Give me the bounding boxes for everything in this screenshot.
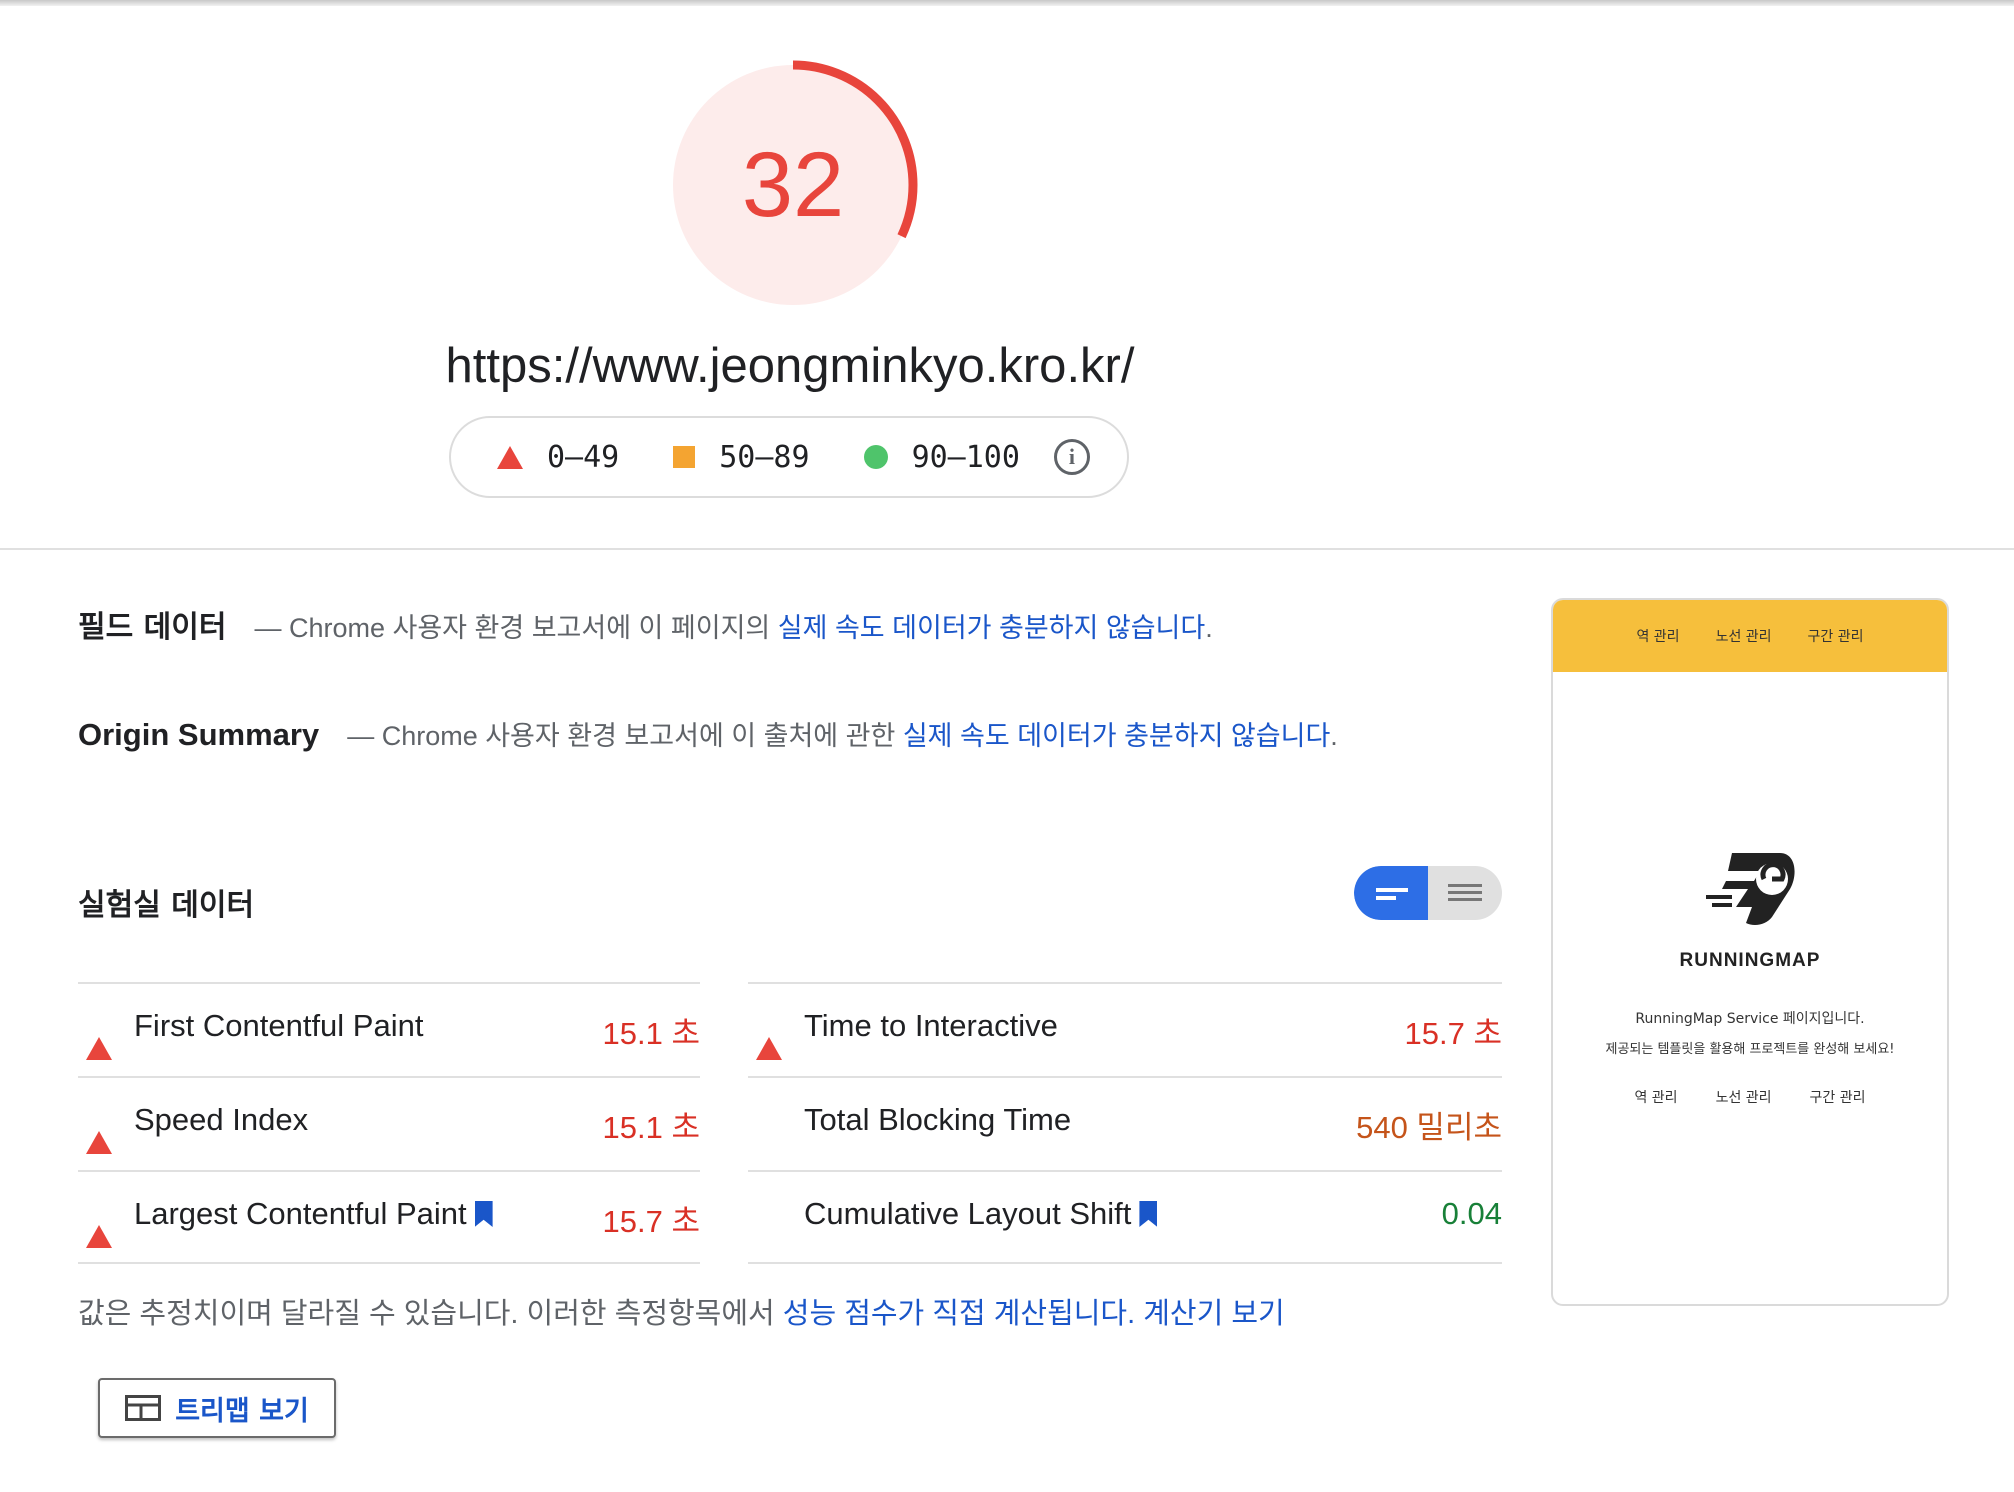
metric-status-icon bbox=[86, 1018, 112, 1060]
legend-pass-label: 90–100 bbox=[911, 439, 1020, 475]
triangle-icon bbox=[756, 1018, 782, 1060]
legend-fail-label: 0–49 bbox=[547, 439, 620, 475]
screenshot-nav: 역 관리 노선 관리 구간 관리 bbox=[1553, 600, 1947, 672]
triangle-icon bbox=[86, 1018, 112, 1060]
metric-value: 15.1 초 bbox=[602, 1110, 700, 1145]
screenshot-link: 역 관리 bbox=[1634, 1090, 1678, 1106]
origin-summary-link[interactable]: 실제 속도 데이터가 충분하지 않습니다 bbox=[903, 721, 1330, 751]
triangle-icon bbox=[86, 1206, 112, 1248]
metric-view-toggle[interactable] bbox=[1354, 866, 1502, 920]
treemap-icon bbox=[125, 1395, 162, 1421]
metric-name-text: Cumulative Layout Shift bbox=[804, 1196, 1132, 1231]
screenshot-link: 구간 관리 bbox=[1809, 1090, 1866, 1106]
metric-name: Time to Interactive bbox=[804, 1008, 1058, 1044]
metric-value: 15.1 초 bbox=[602, 1016, 700, 1051]
origin-summary-row: Origin Summary — Chrome 사용자 환경 보고서에 이 출처… bbox=[78, 714, 1338, 753]
expanded-view-button[interactable] bbox=[1428, 866, 1502, 920]
final-screenshot: 역 관리 노선 관리 구간 관리 RUNNINGMAP RunningMap S… bbox=[1551, 598, 1949, 1306]
metric-row: Cumulative Layout Shift 0.04 bbox=[748, 1170, 1502, 1264]
metric-status-icon bbox=[756, 1018, 782, 1060]
metric-row: Largest Contentful Paint 15.7 초 bbox=[78, 1170, 700, 1264]
metric-value: 540 밀리초 bbox=[1356, 1110, 1502, 1145]
field-data-description: — Chrome 사용자 환경 보고서에 이 페이지의 실제 속도 데이터가 충… bbox=[254, 606, 1212, 645]
origin-summary-title: Origin Summary bbox=[78, 717, 320, 752]
field-data-row: 필드 데이터 — Chrome 사용자 환경 보고서에 이 페이지의 실제 속도… bbox=[78, 602, 1213, 646]
screenshot-brand: RUNNINGMAP bbox=[1679, 950, 1821, 971]
field-data-title: 필드 데이터 bbox=[78, 610, 227, 645]
divider bbox=[0, 548, 2014, 550]
screenshot-line-1: RunningMap Service 페이지입니다. bbox=[1635, 1011, 1865, 1027]
metric-name-text: Time to Interactive bbox=[804, 1008, 1058, 1043]
origin-summary-prefix: — Chrome 사용자 환경 보고서에 이 출처에 관한 bbox=[347, 721, 896, 751]
bookmark-icon[interactable] bbox=[474, 1201, 493, 1227]
screenshot-nav-item: 구간 관리 bbox=[1807, 629, 1864, 645]
metric-name-text: First Contentful Paint bbox=[134, 1008, 424, 1043]
legend-average-label: 50–89 bbox=[719, 439, 810, 475]
metric-row: Speed Index 15.1 초 bbox=[78, 1076, 700, 1170]
metric-name-text: Largest Contentful Paint bbox=[134, 1196, 467, 1231]
origin-summary-suffix: . bbox=[1330, 721, 1338, 751]
origin-summary-description: — Chrome 사용자 환경 보고서에 이 출처에 관한 실제 속도 데이터가… bbox=[347, 714, 1338, 753]
metric-name: Largest Contentful Paint bbox=[134, 1196, 493, 1232]
metric-row: Total Blocking Time 540 밀리초 bbox=[748, 1076, 1502, 1170]
triangle-icon bbox=[86, 1112, 112, 1154]
metric-name: Speed Index bbox=[134, 1102, 308, 1138]
metric-row: First Contentful Paint 15.1 초 bbox=[78, 982, 700, 1076]
expanded-list-icon bbox=[1448, 884, 1482, 901]
metrics-right-column: Time to Interactive 15.7 초 Total Blocking … bbox=[748, 982, 1502, 1264]
runningmap-logo-icon bbox=[1706, 853, 1795, 925]
top-shadow bbox=[0, 0, 2014, 6]
info-icon[interactable]: i bbox=[1053, 439, 1090, 475]
metric-name-text: Speed Index bbox=[134, 1102, 309, 1137]
treemap-button[interactable]: 트리맵 보기 bbox=[98, 1378, 336, 1438]
metric-name: Total Blocking Time bbox=[804, 1102, 1071, 1138]
metric-status-icon bbox=[86, 1206, 112, 1248]
circle-icon bbox=[863, 445, 888, 469]
performance-score: 32 bbox=[741, 133, 845, 236]
field-data-link[interactable]: 실제 속도 데이터가 충분하지 않습니다 bbox=[778, 613, 1205, 643]
square-icon bbox=[673, 446, 696, 468]
metric-value: 15.7 초 bbox=[602, 1204, 700, 1239]
tested-url: https://www.jeongminkyo.kro.kr/ bbox=[445, 339, 1135, 393]
metric-value: 15.7 초 bbox=[1404, 1016, 1502, 1051]
compact-list-icon bbox=[1376, 888, 1408, 900]
legend-average: 50–89 bbox=[673, 439, 810, 475]
screenshot-links: 역 관리 노선 관리 구간 관리 bbox=[1553, 1087, 1947, 1107]
metric-name-text: Total Blocking Time bbox=[804, 1102, 1072, 1137]
note-text: 값은 추정치이며 달라질 수 있습니다. 이러한 측정항목에서 bbox=[78, 1298, 783, 1330]
metric-row: Time to Interactive 15.7 초 bbox=[748, 982, 1502, 1076]
note-separator: . bbox=[1127, 1298, 1144, 1330]
triangle-icon bbox=[497, 445, 523, 469]
screenshot-nav-item: 노선 관리 bbox=[1715, 629, 1772, 645]
metric-name: First Contentful Paint bbox=[134, 1008, 423, 1044]
bookmark-icon[interactable] bbox=[1139, 1201, 1158, 1227]
screenshot-link: 노선 관리 bbox=[1715, 1090, 1772, 1106]
score-legend: 0–49 50–89 90–100 i bbox=[449, 416, 1129, 498]
metric-status-icon bbox=[86, 1112, 112, 1154]
metric-value: 0.04 bbox=[1441, 1196, 1502, 1231]
metric-name: Cumulative Layout Shift bbox=[804, 1196, 1158, 1232]
lab-data-title: 실험실 데이터 bbox=[78, 888, 255, 923]
screenshot-line-2: 제공되는 템플릿을 활용해 프로젝트를 완성해 보세요! bbox=[1605, 1042, 1895, 1057]
score-calculation-link[interactable]: 성능 점수가 직접 계산됩니다 bbox=[783, 1298, 1127, 1330]
legend-fail: 0–49 bbox=[497, 440, 619, 475]
calculator-link[interactable]: 계산기 보기 bbox=[1143, 1298, 1284, 1330]
field-data-suffix: . bbox=[1205, 613, 1213, 643]
screenshot-nav-item: 역 관리 bbox=[1636, 629, 1680, 645]
compact-view-button[interactable] bbox=[1354, 866, 1428, 920]
legend-pass: 90–100 bbox=[863, 439, 1020, 475]
treemap-button-label: 트리맵 보기 bbox=[175, 1395, 309, 1427]
metrics-left-column: First Contentful Paint 15.1 초 Speed Index 1… bbox=[78, 982, 700, 1264]
field-data-prefix: — Chrome 사용자 환경 보고서에 이 페이지의 bbox=[254, 613, 771, 643]
metrics-note: 값은 추정치이며 달라질 수 있습니다. 이러한 측정항목에서 성능 점수가 직… bbox=[78, 1290, 1285, 1332]
